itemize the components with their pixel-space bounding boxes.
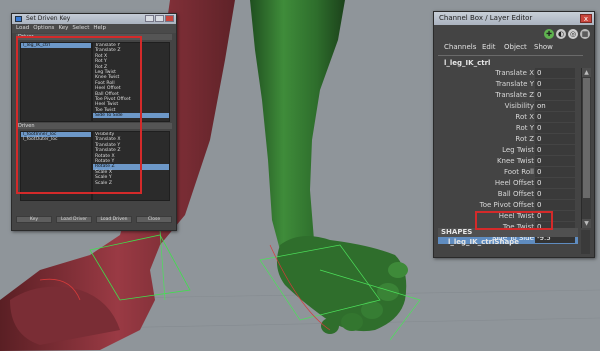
- load-driven-button[interactable]: Load Driven: [96, 216, 132, 223]
- close-button[interactable]: [165, 15, 174, 22]
- channel-value-field[interactable]: 0: [535, 200, 575, 210]
- attribute-editor-icon[interactable]: ◐: [556, 29, 566, 39]
- channel-row[interactable]: Foot Roll 0: [438, 167, 578, 178]
- channel-box-scrollbar[interactable]: ▲ ▼: [581, 68, 591, 228]
- menu-help[interactable]: Help: [93, 25, 106, 31]
- channel-row[interactable]: Toe Pivot Offset 0: [438, 200, 578, 211]
- channel-value-field[interactable]: 0: [535, 68, 575, 78]
- channel-label[interactable]: Visibility: [505, 101, 534, 112]
- channel-box-menu: Channels Edit Object Show: [434, 41, 594, 53]
- scroll-down-arrow[interactable]: ▼: [582, 219, 591, 228]
- channel-label[interactable]: Knee Twist: [497, 156, 534, 167]
- channel-box-close-button[interactable]: x: [580, 14, 592, 23]
- channel-row[interactable]: Visibility on: [438, 101, 578, 112]
- channel-row[interactable]: Rot X0: [438, 112, 578, 123]
- channel-label[interactable]: Ball Offset: [498, 189, 534, 200]
- maximize-button[interactable]: [155, 15, 164, 22]
- channel-value-field[interactable]: 0: [535, 167, 575, 177]
- divider: [438, 55, 583, 56]
- channel-value-field[interactable]: 0: [535, 189, 575, 199]
- channel-box-toolbar: ✚ ◐ ◎ ▦: [434, 27, 594, 41]
- maya-window-icon: [15, 16, 22, 22]
- channel-label[interactable]: Translate Y: [496, 79, 534, 90]
- scroll-thumb[interactable]: [583, 78, 590, 198]
- tool-settings-icon[interactable]: ◎: [568, 29, 578, 39]
- menu-select[interactable]: Select: [72, 25, 89, 31]
- channel-row[interactable]: Ball Offset 0: [438, 189, 578, 200]
- channel-box-title: Channel Box / Layer Editor: [439, 14, 533, 22]
- channel-value-field[interactable]: 0: [535, 178, 575, 188]
- menu-options[interactable]: Options: [33, 25, 54, 31]
- highlight-box-sdk: [16, 36, 142, 194]
- channel-value-field[interactable]: 0: [535, 90, 575, 100]
- menu-object[interactable]: Object: [504, 41, 527, 53]
- channel-label[interactable]: Foot Roll: [504, 167, 534, 178]
- channel-label[interactable]: Heel Offset: [495, 178, 534, 189]
- channel-label[interactable]: Leg Twist: [502, 145, 534, 156]
- channel-row[interactable]: Rot Y0: [438, 123, 578, 134]
- channel-value-field[interactable]: 0: [535, 145, 575, 155]
- channel-value-field[interactable]: 0: [535, 79, 575, 89]
- channel-box-title-bar[interactable]: Channel Box / Layer Editor x: [434, 12, 594, 25]
- scroll-up-arrow[interactable]: ▲: [582, 68, 591, 77]
- shapes-scrollbar[interactable]: [581, 230, 590, 254]
- menu-channels[interactable]: Channels: [444, 41, 476, 53]
- sdk-title: Set Driven Key: [26, 15, 71, 22]
- channel-value-field[interactable]: 0: [535, 123, 575, 133]
- sdk-title-bar[interactable]: Set Driven Key: [12, 14, 176, 24]
- sdk-menu-bar: Load Options Key Select Help: [12, 24, 176, 33]
- channel-label[interactable]: Rot Z: [515, 134, 534, 145]
- channel-row[interactable]: Heel Offset 0: [438, 178, 578, 189]
- channels-layers-icon[interactable]: ✚: [544, 29, 554, 39]
- highlight-box-side-to-side: [475, 211, 553, 230]
- channel-value-field[interactable]: on: [535, 101, 575, 111]
- channel-label[interactable]: Translate Z: [495, 90, 534, 101]
- sdk-button-row: Key Load Driver Load Driven Close: [16, 216, 172, 223]
- channel-value-field[interactable]: 0: [535, 134, 575, 144]
- channel-label[interactable]: Toe Pivot Offset: [480, 200, 534, 211]
- minimize-button[interactable]: [145, 15, 154, 22]
- channel-row[interactable]: Translate X0: [438, 68, 578, 79]
- menu-edit[interactable]: Edit: [482, 41, 496, 53]
- layout-icon[interactable]: ▦: [580, 29, 590, 39]
- load-driver-button[interactable]: Load Driver: [56, 216, 92, 223]
- menu-key[interactable]: Key: [58, 25, 68, 31]
- shape-node-name[interactable]: l_leg_IK_ctrlShape: [448, 238, 519, 246]
- channel-row[interactable]: Rot Z0: [438, 134, 578, 145]
- channel-box-node-name: l_leg_IK_ctrl: [444, 59, 491, 67]
- menu-show[interactable]: Show: [534, 41, 553, 53]
- channel-label[interactable]: Rot Y: [516, 123, 534, 134]
- channel-row[interactable]: Knee Twist 0: [438, 156, 578, 167]
- channel-row[interactable]: Leg Twist 0: [438, 145, 578, 156]
- channel-row[interactable]: Translate Y0: [438, 79, 578, 90]
- channel-label[interactable]: Rot X: [515, 112, 534, 123]
- key-button[interactable]: Key: [16, 216, 52, 223]
- channel-value-field[interactable]: 0: [535, 112, 575, 122]
- close-window-button[interactable]: Close: [136, 216, 172, 223]
- menu-load[interactable]: Load: [16, 25, 29, 31]
- channel-label[interactable]: Translate X: [495, 68, 534, 79]
- channel-row[interactable]: Translate Z0: [438, 90, 578, 101]
- channel-value-field[interactable]: 0: [535, 156, 575, 166]
